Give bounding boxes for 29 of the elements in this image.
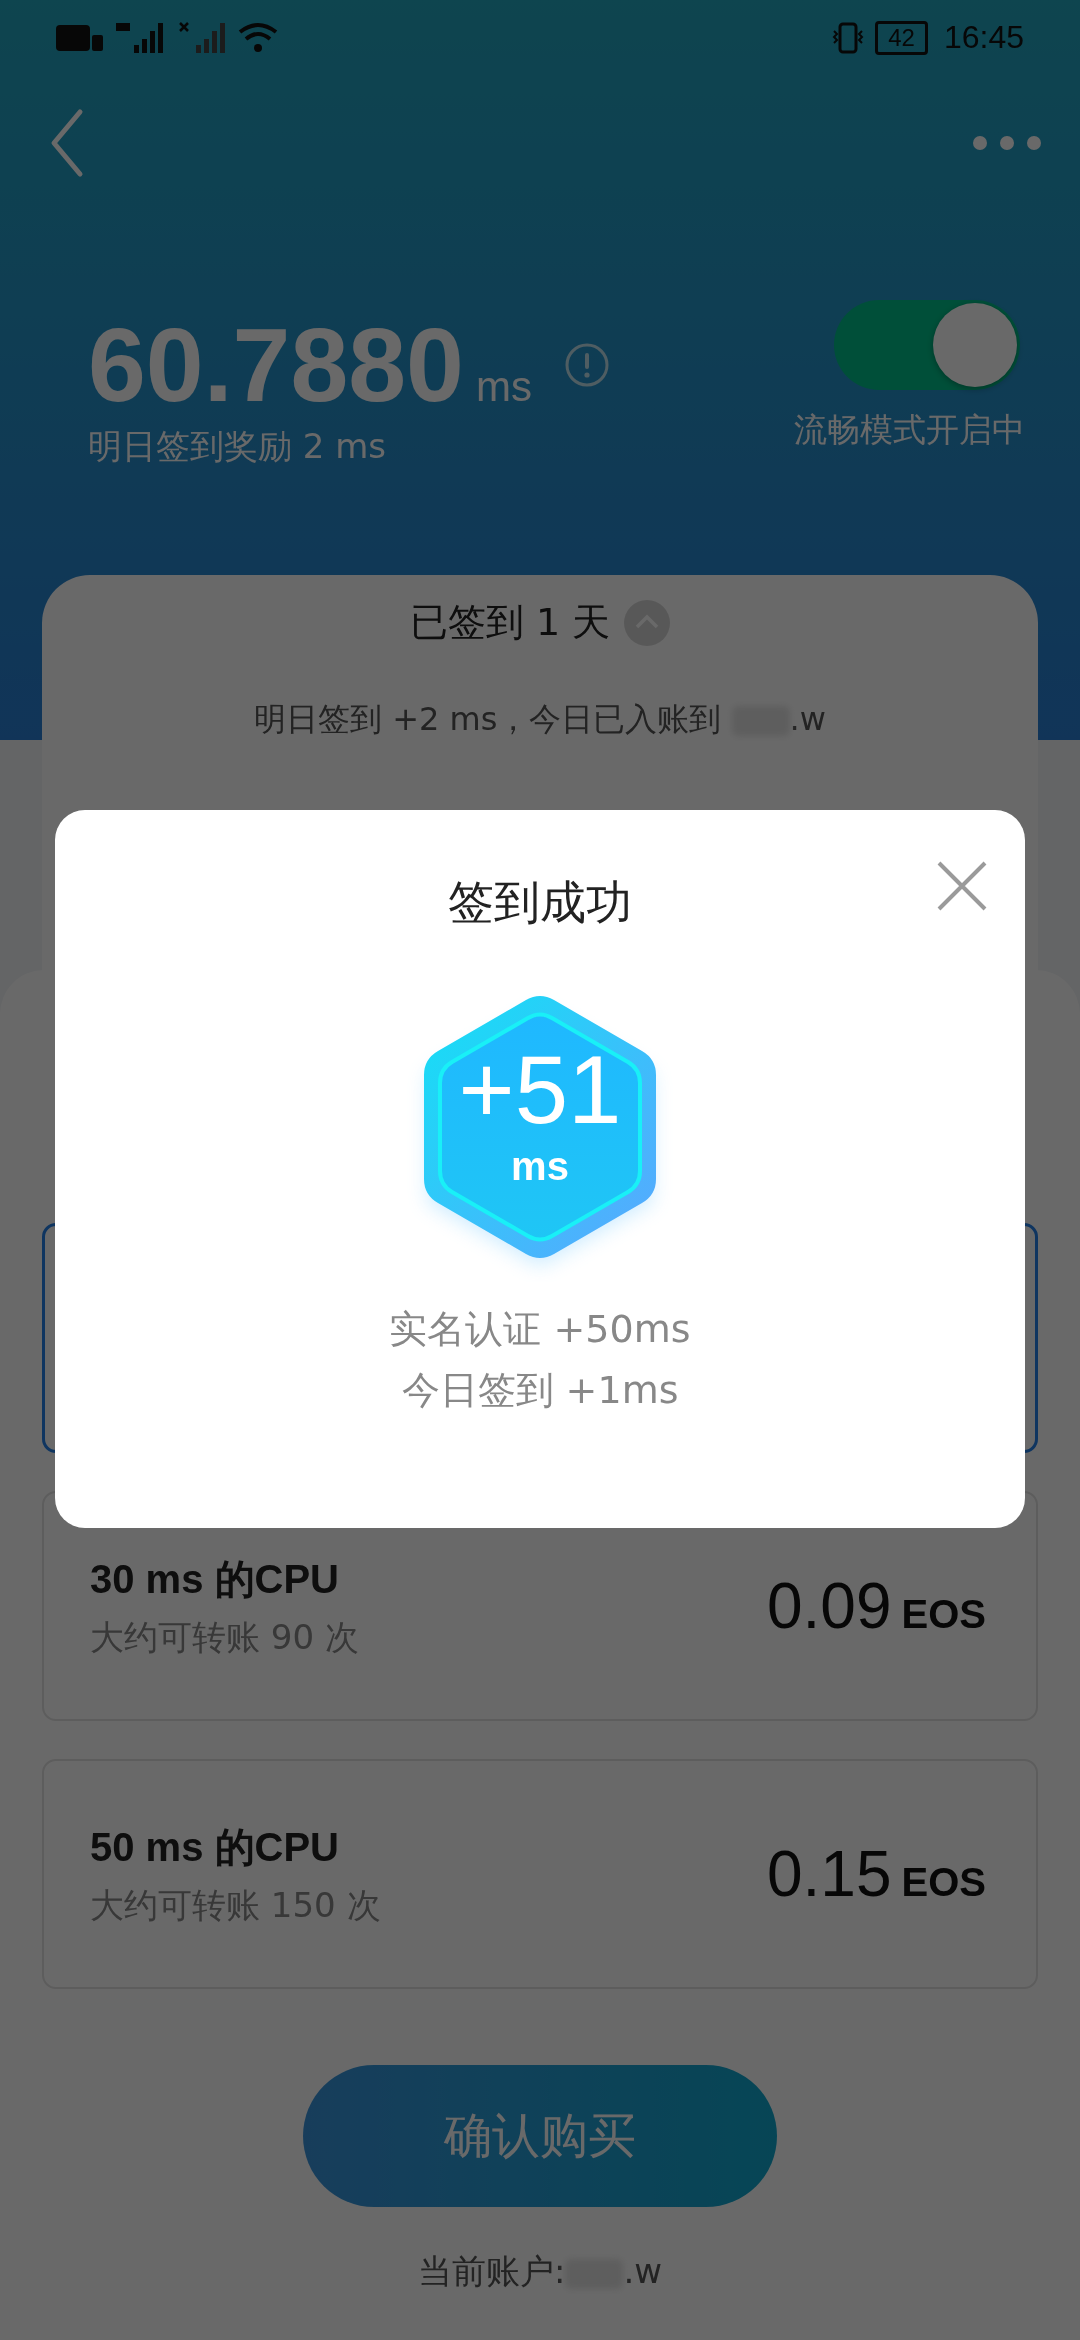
plan-price: 0.09 (766, 1569, 892, 1643)
clock-time: 16:45 (943, 19, 1024, 56)
plan-price: 0.15 (766, 1837, 892, 1911)
checkin-title: 已签到 1 天 (409, 599, 611, 646)
plan-currency: EOS (901, 1592, 986, 1637)
confirm-button[interactable]: 确认购买 (303, 2065, 777, 2207)
wifi-icon (238, 21, 278, 54)
reward-detail: 实名认证 +50ms (389, 1306, 691, 1353)
signal-icon (176, 20, 228, 55)
signal-icon (114, 20, 166, 55)
reward-unit: ms (511, 1144, 569, 1189)
vibrate-icon (831, 20, 866, 55)
dialog-title: 签到成功 (448, 874, 632, 931)
balance-value: 60.7880 (88, 310, 464, 420)
info-icon[interactable] (563, 342, 610, 388)
checkin-notice: 明日签到 +2 ms，今日已入账到 .w (254, 699, 826, 740)
plan-title: 30 ms 的CPU (90, 1555, 340, 1603)
reward-amount: +51 (458, 1040, 622, 1140)
reward-detail: 今日签到 +1ms (401, 1367, 679, 1414)
more-icon[interactable] (972, 134, 1042, 151)
close-icon[interactable] (936, 860, 988, 912)
balance-unit: ms (475, 363, 532, 411)
account-text: 当前账户: .w (417, 2250, 663, 2293)
plan-currency: EOS (901, 1860, 986, 1905)
hd-icon (56, 22, 104, 53)
mode-label: 流畅模式开启中 (794, 409, 1025, 451)
battery-level: 42 (875, 20, 928, 55)
plan-title: 50 ms 的CPU (90, 1823, 340, 1871)
reward-note: 明日签到奖励 2 ms (88, 425, 388, 468)
